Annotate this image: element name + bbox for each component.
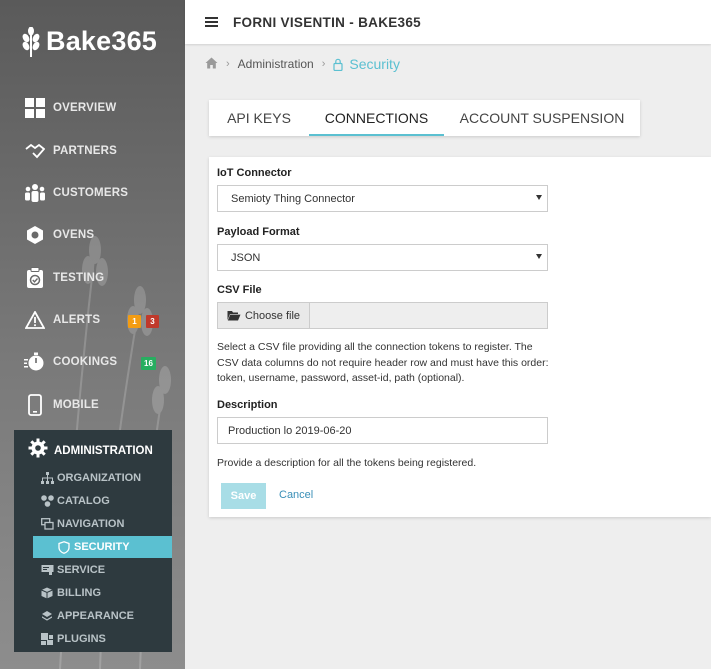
gear-icon — [28, 438, 48, 463]
payload-format-select[interactable]: JSON — [217, 244, 548, 271]
csv-file-label: CSV File — [217, 284, 262, 296]
cubes-icon — [40, 494, 54, 508]
sidebar-subitem-navigation[interactable]: NAVIGATION — [40, 514, 124, 534]
chevron-right-icon: › — [321, 58, 326, 70]
sidebar-subitem-appearance[interactable]: APPEARANCE — [40, 606, 134, 626]
sidebar-item-label: ALERTS — [53, 314, 101, 326]
payload-format-label: Payload Format — [217, 226, 300, 238]
mobile-icon — [24, 394, 46, 416]
windows-icon — [40, 517, 54, 531]
sidebar-subitem-service[interactable]: SERVICE — [40, 560, 105, 580]
payload-format-value: JSON — [231, 251, 261, 264]
sidebar-subitem-label: PLUGINS — [57, 633, 106, 645]
sidebar-item-label: OVENS — [53, 229, 95, 241]
cookings-badge: 16 — [141, 357, 156, 370]
tab-connections[interactable]: CONNECTIONS — [309, 100, 444, 136]
sidebar-item-cookings[interactable]: COOKINGS — [24, 350, 117, 374]
top-bar: FORNI VISENTIN - BAKE365 — [185, 0, 711, 44]
sidebar-subitem-label: CATALOG — [57, 495, 110, 507]
sidebar-subitem-catalog[interactable]: CATALOG — [40, 491, 110, 511]
caret-down-icon — [536, 195, 542, 200]
sidebar-item-ovens[interactable]: OVENS — [24, 223, 94, 247]
sidebar-item-administration[interactable]: ADMINISTRATION — [28, 438, 153, 463]
logo-text: Bake365 — [46, 26, 157, 56]
breadcrumb: › Administration › Security — [205, 56, 400, 72]
save-button[interactable]: Save — [221, 483, 266, 509]
home-icon[interactable] — [205, 57, 218, 72]
description-help-text: Provide a description for all the tokens… — [217, 457, 477, 469]
app-title: FORNI VISENTIN - BAKE365 — [233, 14, 421, 30]
hamburger-menu-icon[interactable] — [205, 17, 218, 27]
sidebar-subitem-organization[interactable]: ORGANIZATION — [40, 468, 141, 488]
sidebar-item-label: MOBILE — [53, 399, 99, 411]
grid-icon — [24, 97, 46, 119]
sidebar-subitem-label: SERVICE — [57, 564, 106, 576]
chevron-right-icon: › — [226, 58, 230, 70]
iot-connector-value: Semioty Thing Connector — [231, 192, 355, 205]
wheat-logo-icon — [22, 26, 40, 57]
users-icon — [24, 182, 46, 204]
sidebar-item-partners[interactable]: PARTNERS — [24, 139, 117, 163]
choose-file-button[interactable]: Choose file — [217, 302, 310, 329]
sidebar-item-label: ADMINISTRATION — [54, 444, 153, 457]
sidebar: Bake365 OVERVIEW PARTNERS CUSTOMERS OVEN… — [0, 0, 185, 669]
alerts-badge-warning: 1 — [128, 315, 141, 328]
handshake-icon — [24, 140, 46, 162]
file-name-display[interactable] — [310, 302, 548, 329]
breadcrumb-parent[interactable]: Administration — [238, 57, 314, 71]
choose-file-label: Choose file — [244, 309, 301, 322]
puzzle-icon — [40, 632, 54, 646]
csv-help-text: Select a CSV file providing all the conn… — [217, 341, 549, 384]
sidebar-subitem-label: SECURITY — [74, 541, 130, 553]
hexagon-icon — [24, 224, 46, 246]
breadcrumb-current: Security — [333, 56, 400, 72]
caret-down-icon — [536, 254, 542, 259]
sidebar-subitem-plugins[interactable]: PLUGINS — [40, 629, 106, 649]
tab-account-suspension[interactable]: ACCOUNT SUSPENSION — [444, 100, 640, 136]
lock-icon — [333, 58, 343, 71]
sidebar-item-alerts[interactable]: ALERTS — [24, 308, 100, 332]
sidebar-subitem-billing[interactable]: BILLING — [40, 583, 101, 603]
iot-connector-label: IoT Connector — [217, 167, 292, 179]
sidebar-subitem-label: ORGANIZATION — [57, 472, 142, 484]
sidebar-subitem-label: NAVIGATION — [57, 518, 125, 530]
description-label: Description — [217, 399, 278, 411]
description-input[interactable] — [217, 417, 548, 444]
sidebar-item-testing[interactable]: TESTING — [24, 266, 104, 290]
clipboard-check-icon — [24, 267, 46, 289]
box-icon — [40, 586, 54, 600]
sidebar-item-label: TESTING — [53, 272, 105, 284]
folder-open-icon — [227, 311, 241, 321]
sidebar-subitem-label: BILLING — [57, 587, 101, 599]
sidebar-item-label: PARTNERS — [53, 145, 118, 157]
connections-form: IoT Connector Semioty Thing Connector Pa… — [209, 157, 711, 517]
sidebar-item-label: OVERVIEW — [53, 102, 117, 114]
tab-api-keys[interactable]: API KEYS — [209, 100, 309, 136]
layers-icon — [40, 609, 54, 623]
tab-bar: API KEYS CONNECTIONS ACCOUNT SUSPENSION — [209, 100, 640, 136]
timer-icon — [24, 351, 46, 373]
iot-connector-select[interactable]: Semioty Thing Connector — [217, 185, 548, 212]
csv-file-input: Choose file — [217, 302, 548, 329]
sidebar-subitem-security[interactable]: SECURITY — [33, 536, 172, 558]
server-icon — [40, 563, 54, 577]
cancel-button[interactable]: Cancel — [279, 489, 313, 501]
sidebar-item-label: CUSTOMERS — [53, 187, 129, 199]
bake365-logo[interactable]: Bake365 — [20, 26, 157, 57]
breadcrumb-current-label: Security — [349, 56, 400, 72]
sidebar-item-overview[interactable]: OVERVIEW — [24, 96, 116, 120]
sidebar-subitem-label: APPEARANCE — [57, 610, 135, 622]
sidebar-item-customers[interactable]: CUSTOMERS — [24, 181, 128, 205]
warning-icon — [24, 309, 46, 331]
alerts-badge-critical: 3 — [146, 315, 159, 328]
shield-icon — [57, 540, 71, 554]
sidebar-item-mobile[interactable]: MOBILE — [24, 393, 99, 417]
sitemap-icon — [40, 471, 54, 485]
sidebar-item-label: COOKINGS — [53, 356, 118, 368]
